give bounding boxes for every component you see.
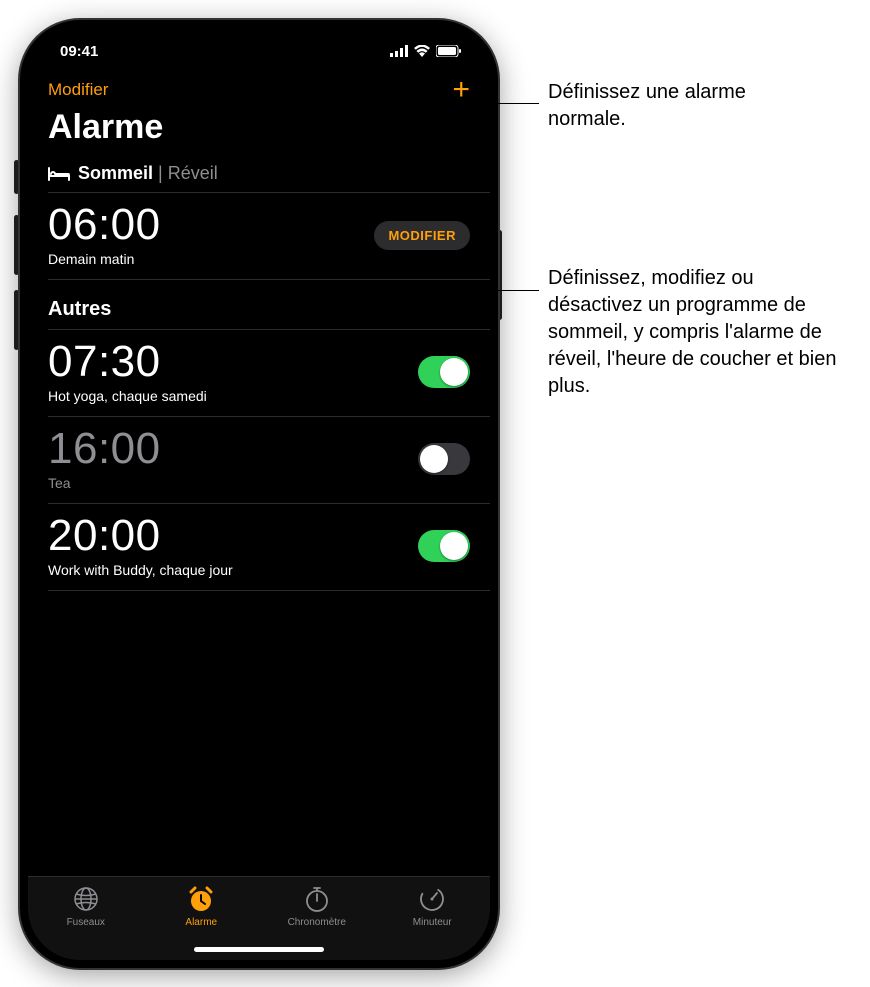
alarm-time: 07:30 bbox=[48, 340, 207, 384]
alarm-subtitle: Work with Buddy, chaque jour bbox=[48, 562, 233, 578]
sleep-section-header: Sommeil | Réveil bbox=[28, 157, 490, 192]
sleep-alarm-row: 06:00 Demain matin MODIFIER bbox=[28, 193, 490, 279]
divider-text: | bbox=[158, 163, 168, 183]
callout-add: Définissez une alarme normale. bbox=[548, 79, 828, 133]
volume-up-button bbox=[14, 215, 19, 275]
alarm-time: 16:00 bbox=[48, 427, 161, 471]
tab-label: Fuseaux bbox=[67, 917, 105, 928]
content: Sommeil | Réveil 06:00 Demain matin MODI… bbox=[28, 157, 490, 876]
alarm-icon bbox=[187, 885, 215, 913]
alarm-text: 20:00 Work with Buddy, chaque jour bbox=[48, 514, 233, 578]
alarm-toggle[interactable] bbox=[418, 443, 470, 475]
callout-line bbox=[456, 290, 539, 291]
alarm-row[interactable]: 07:30 Hot yoga, chaque samedi bbox=[28, 330, 490, 416]
others-header: Autres bbox=[28, 280, 490, 329]
switch-knob bbox=[440, 532, 468, 560]
sleep-alarm-text: 06:00 Demain matin bbox=[48, 203, 161, 267]
divider bbox=[48, 590, 490, 591]
status-icons bbox=[390, 45, 462, 57]
bed-icon bbox=[48, 166, 70, 182]
switch-knob bbox=[440, 358, 468, 386]
tab-world-clock[interactable]: Fuseaux bbox=[28, 885, 144, 928]
alarm-time: 20:00 bbox=[48, 514, 233, 558]
alarm-row[interactable]: 16:00 Tea bbox=[28, 417, 490, 503]
cellular-icon bbox=[390, 45, 408, 57]
tab-timer[interactable]: Minuteur bbox=[375, 885, 491, 928]
alarm-text: 07:30 Hot yoga, chaque samedi bbox=[48, 340, 207, 404]
modify-sleep-button[interactable]: MODIFIER bbox=[374, 221, 470, 250]
sleep-text: Sommeil bbox=[78, 163, 153, 183]
alarm-toggle[interactable] bbox=[418, 530, 470, 562]
callout-line bbox=[466, 103, 539, 104]
battery-icon bbox=[436, 45, 462, 57]
notch bbox=[159, 20, 359, 50]
tab-alarm[interactable]: Alarme bbox=[144, 885, 260, 928]
add-alarm-button[interactable]: + bbox=[452, 80, 470, 100]
sleep-label: Sommeil | Réveil bbox=[78, 163, 218, 184]
wifi-icon bbox=[414, 45, 430, 57]
globe-icon bbox=[72, 885, 100, 913]
alarm-subtitle: Hot yoga, chaque samedi bbox=[48, 388, 207, 404]
mute-switch bbox=[14, 160, 19, 194]
phone-frame: 09:41 Modifier + Alarme Sommeil | Réveil bbox=[20, 20, 498, 968]
alarm-subtitle: Tea bbox=[48, 475, 161, 491]
switch-knob bbox=[420, 445, 448, 473]
nav-bar: Modifier + bbox=[28, 74, 490, 104]
edit-button[interactable]: Modifier bbox=[48, 80, 108, 100]
timer-icon bbox=[418, 885, 446, 913]
sleep-alarm-time: 06:00 bbox=[48, 203, 161, 247]
stopwatch-icon bbox=[303, 885, 331, 913]
tab-stopwatch[interactable]: Chronomètre bbox=[259, 885, 375, 928]
screen: 09:41 Modifier + Alarme Sommeil | Réveil bbox=[28, 28, 490, 960]
volume-down-button bbox=[14, 290, 19, 350]
alarm-text: 16:00 Tea bbox=[48, 427, 161, 491]
alarm-row[interactable]: 20:00 Work with Buddy, chaque jour bbox=[28, 504, 490, 590]
tab-label: Minuteur bbox=[413, 917, 452, 928]
wake-text: Réveil bbox=[168, 163, 218, 183]
tab-label: Chronomètre bbox=[288, 917, 346, 928]
page-title: Alarme bbox=[28, 104, 490, 157]
home-indicator[interactable] bbox=[194, 947, 324, 952]
status-time: 09:41 bbox=[60, 43, 98, 60]
alarm-toggle[interactable] bbox=[418, 356, 470, 388]
sleep-alarm-subtitle: Demain matin bbox=[48, 251, 161, 267]
tab-label: Alarme bbox=[185, 917, 217, 928]
callout-modify: Définissez, modifiez ou désactivez un pr… bbox=[548, 265, 848, 400]
